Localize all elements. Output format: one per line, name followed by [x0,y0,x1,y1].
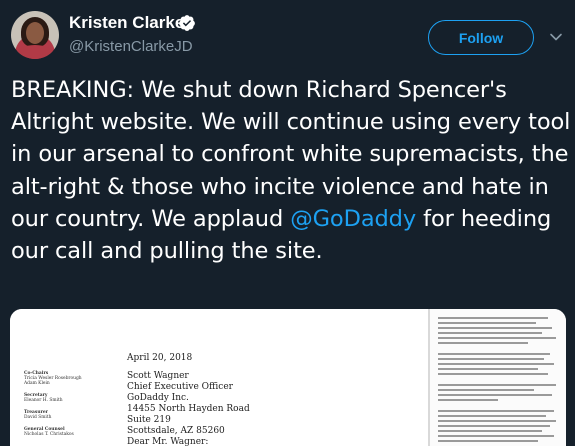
text-line [438,435,554,437]
letter-date: April 20, 2018 [127,353,193,363]
text-line [438,399,498,401]
letterhead-sidebar-label: Adam Klein [24,381,50,386]
mention-link[interactable]: @GoDaddy [290,206,416,232]
text-line [438,394,552,396]
text-line [438,384,556,386]
letterhead-sidebar-label: Eleanor H. Smith [24,398,63,403]
text-line [438,337,556,339]
letter-greeting: Dear Mr. Wagner: [127,437,209,446]
address-line: Suite 219 [127,415,171,425]
text-line [438,440,538,442]
text-line [438,363,554,365]
letterhead-sidebar-label: David Smith [24,415,52,420]
text-line [438,332,542,334]
address-line: GoDaddy Inc. [127,393,189,403]
address-line: 14455 North Hayden Road [127,404,250,414]
avatar[interactable] [11,11,59,59]
tweet-image-attachment[interactable]: Co-Chairs Tricia Wesler Rosebrough Adam Kl… [10,309,566,446]
letterhead-sidebar-label: Nicholas T. Christakos [24,432,74,437]
tweet-text: BREAKING: We shut down Richard Spencer's… [11,74,571,267]
address-line: Chief Executive Officer [127,382,233,392]
text-line [438,425,550,427]
text-line [438,420,556,422]
letter-page: Co-Chairs Tricia Wesler Rosebrough Adam Kl… [10,309,428,446]
text-line [438,410,554,412]
verified-badge-icon [179,15,195,31]
tweet-header: Kristen Clarke @KristenClarkeJD Follow [0,0,575,72]
display-name[interactable]: Kristen Clarke [69,13,184,33]
address-line: Scottsdale, AZ 85260 [127,426,225,436]
avatar-body [15,45,55,59]
follow-button[interactable]: Follow [428,20,534,55]
chevron-down-icon[interactable] [549,30,563,44]
text-line [438,415,546,417]
text-line [438,317,548,319]
address-line: Scott Wagner [127,371,189,381]
avatar-face [26,22,44,44]
text-line [438,358,544,360]
text-line [438,368,538,370]
text-line [438,373,548,375]
text-line [438,389,534,391]
text-line [438,322,536,324]
letter-page-2 [430,309,566,446]
text-line [438,353,550,355]
text-line [438,342,528,344]
user-handle[interactable]: @KristenClarkeJD [69,38,193,55]
text-line [438,430,542,432]
text-line [438,327,552,329]
